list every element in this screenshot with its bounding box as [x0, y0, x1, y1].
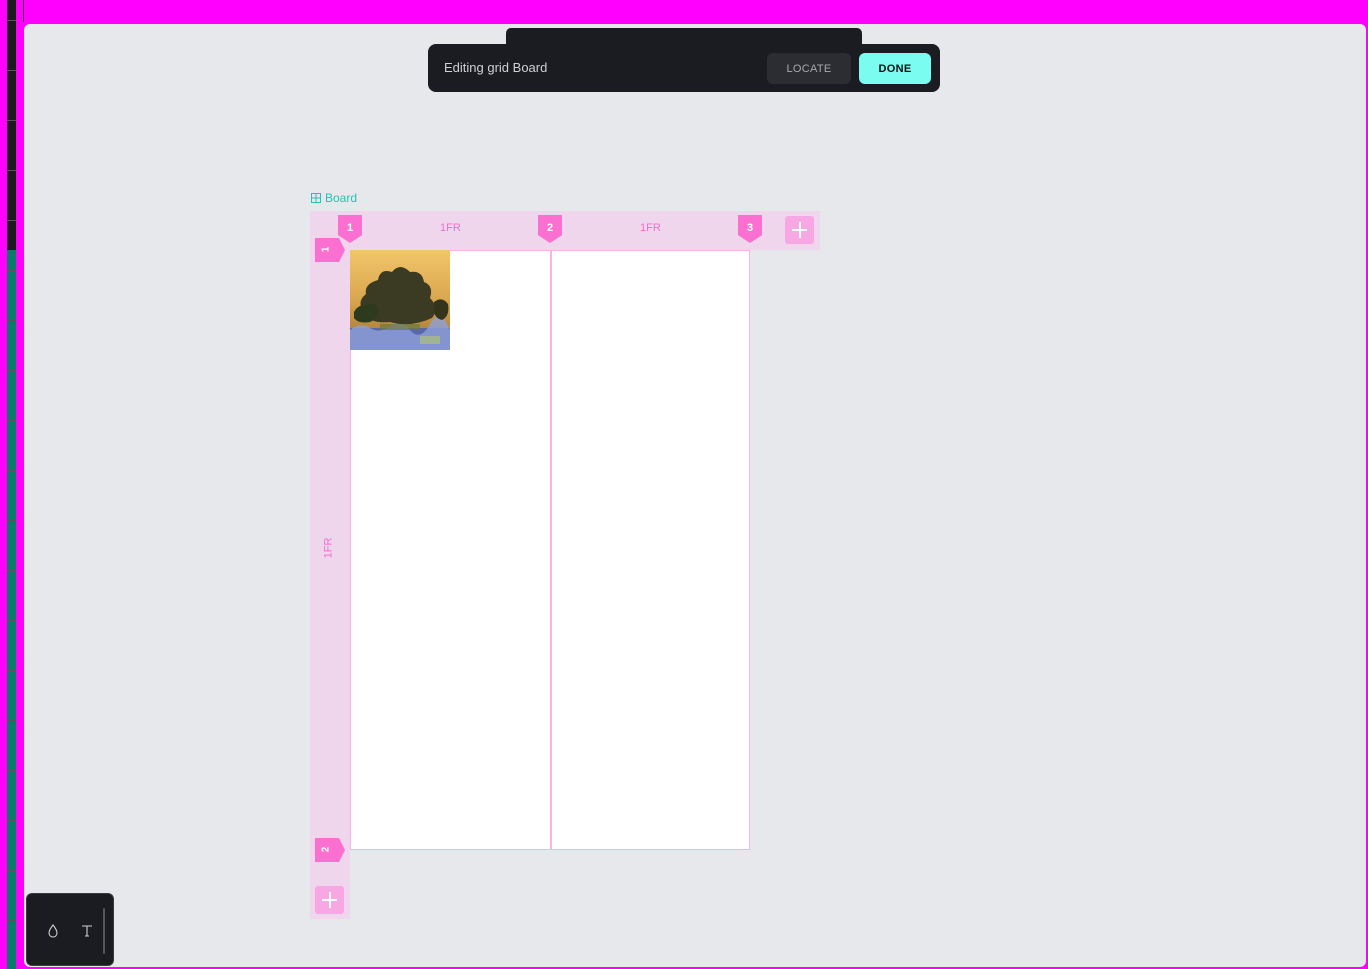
- row-marker-2-label: 2: [320, 846, 332, 853]
- landscape-image[interactable]: [350, 250, 450, 350]
- ruler-tick: [7, 120, 16, 121]
- grid-icon: [311, 193, 321, 203]
- ruler-tick: [7, 520, 16, 521]
- ruler-tick: [7, 920, 16, 921]
- top-edge-strip: [24, 0, 1368, 24]
- add-row-button[interactable]: [315, 886, 344, 914]
- ruler-tick: [7, 20, 16, 21]
- board-name: Board: [325, 191, 358, 205]
- ruler-tick: [7, 570, 16, 571]
- ruler-tick: [7, 870, 16, 871]
- ruler-tick: [7, 470, 16, 471]
- editing-status-text: Editing grid Board: [444, 60, 548, 75]
- ruler-tick: [7, 770, 16, 771]
- row-marker-1[interactable]: 1: [315, 238, 345, 262]
- column-1-size[interactable]: 1FR: [440, 222, 461, 234]
- column-2-size[interactable]: 1FR: [640, 222, 661, 234]
- bottom-toolbar: [26, 893, 114, 966]
- ruler-tick: [7, 820, 16, 821]
- ruler-tick: [7, 170, 16, 171]
- ruler-tick: [7, 70, 16, 71]
- ruler-tick: [7, 370, 16, 371]
- toolbar-handle[interactable]: [103, 908, 105, 954]
- row-marker-2[interactable]: 2: [315, 838, 345, 862]
- ruler-tick: [7, 720, 16, 721]
- ruler-tick: [7, 220, 16, 221]
- vertical-ruler: [7, 0, 16, 969]
- locate-button[interactable]: LOCATE: [767, 53, 851, 84]
- text-tool-icon[interactable]: [79, 922, 95, 940]
- ruler-tick: [7, 270, 16, 271]
- board-title[interactable]: Board: [311, 191, 357, 205]
- add-column-button[interactable]: [785, 216, 814, 244]
- grid-edit-bar: Editing grid Board LOCATE DONE: [428, 44, 940, 92]
- ruler-tick: [7, 420, 16, 421]
- row-header-band: [310, 250, 350, 919]
- ruler-tick: [7, 670, 16, 671]
- drop-icon[interactable]: [45, 922, 61, 940]
- ruler-tick: [7, 320, 16, 321]
- ruler-tick: [7, 620, 16, 621]
- row-marker-1-label: 1: [320, 246, 332, 253]
- row-1-size[interactable]: 1FR: [322, 538, 334, 559]
- column-divider[interactable]: [550, 251, 552, 849]
- done-button[interactable]: DONE: [859, 53, 931, 84]
